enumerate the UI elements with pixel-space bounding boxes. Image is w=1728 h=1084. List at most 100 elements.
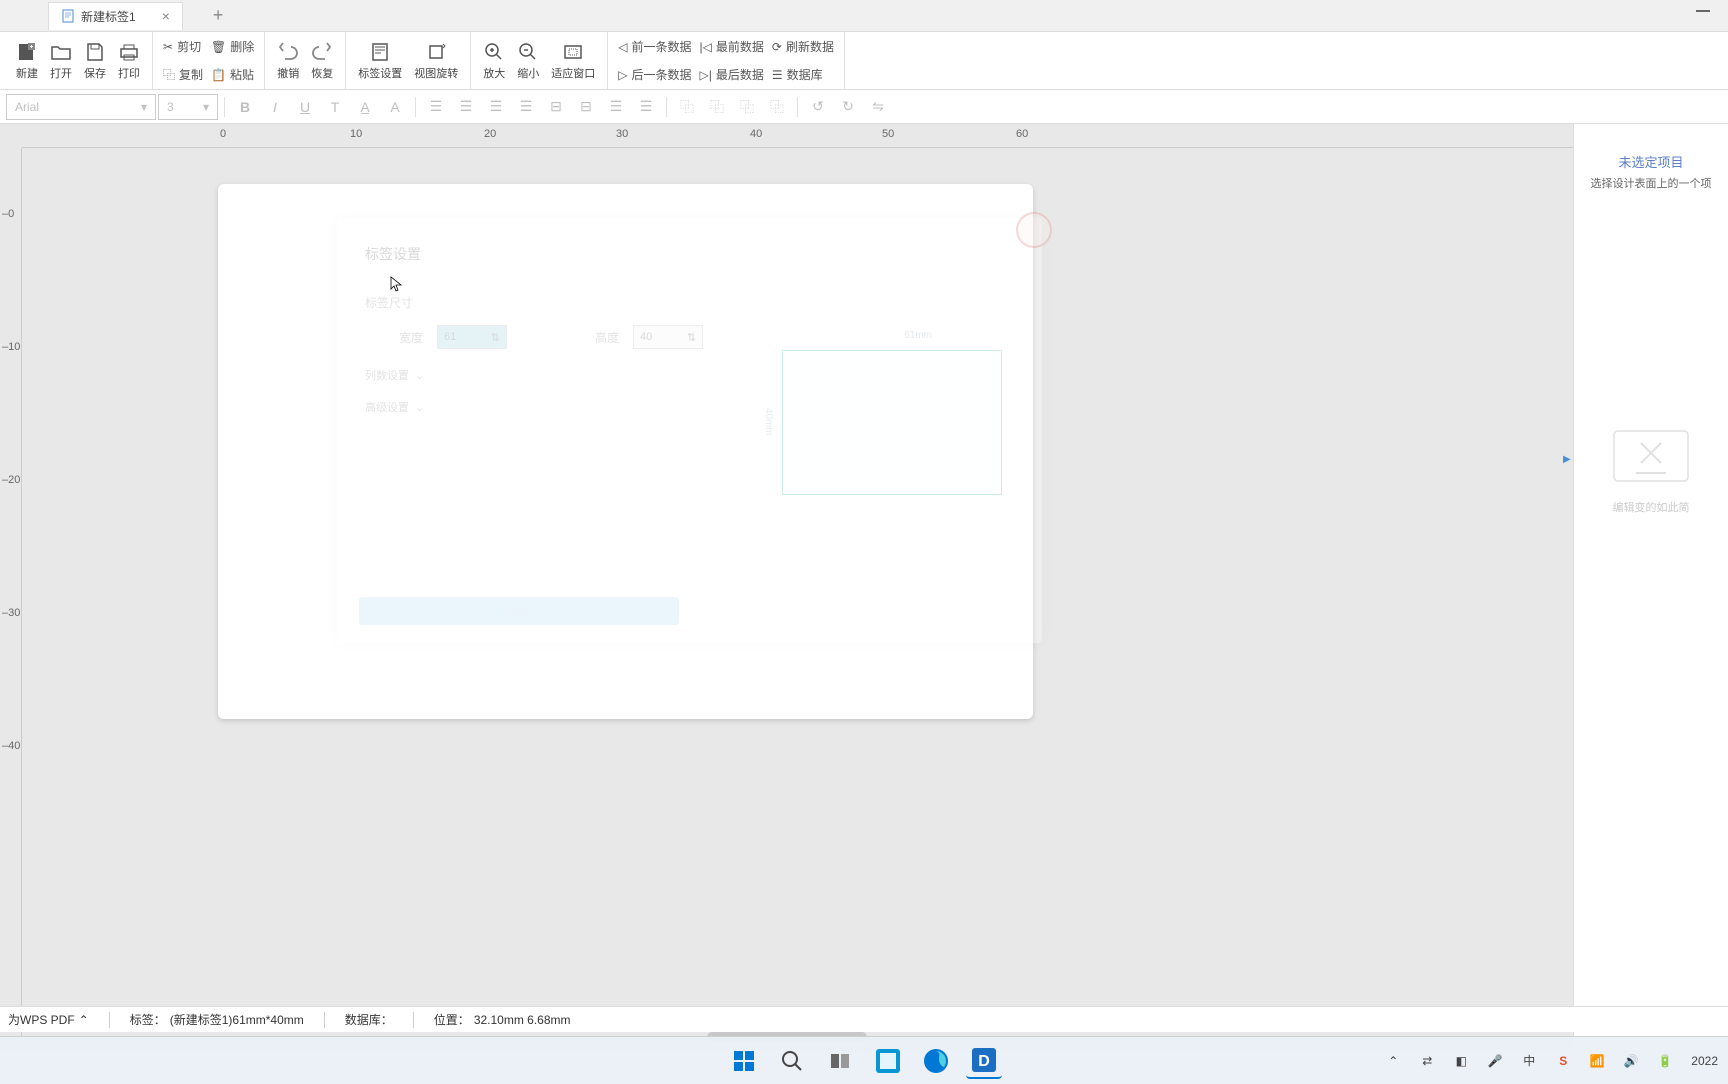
database-button[interactable]: ☰数据库 <box>768 62 838 88</box>
preview-width-label: 61mm <box>904 330 932 341</box>
trash-icon: 🗑 <box>211 40 226 54</box>
underline-button[interactable]: U <box>291 94 319 120</box>
minimize-button[interactable] <box>1696 10 1710 12</box>
task-view-button[interactable] <box>822 1043 858 1079</box>
align-middle-button[interactable]: ☰ <box>512 94 540 120</box>
document-icon <box>61 9 75 23</box>
next-record-button[interactable]: ▷后一条数据 <box>614 62 695 88</box>
new-button[interactable]: 新建 <box>10 32 44 89</box>
tray-battery-icon[interactable]: 🔋 <box>1657 1053 1673 1069</box>
redo-icon <box>311 41 333 63</box>
refresh-icon: ⟳ <box>772 40 782 54</box>
folder-icon <box>50 41 72 63</box>
save-button[interactable]: 保存 <box>78 32 112 89</box>
font-color-button[interactable]: A̲ <box>351 94 379 120</box>
tab-bar: 新建标签1 × + <box>0 0 1728 32</box>
start-button[interactable] <box>726 1043 762 1079</box>
ok-button[interactable]: 确定 <box>359 597 679 625</box>
app-label-icon[interactable]: D <box>966 1043 1002 1079</box>
app-edge-icon[interactable] <box>918 1043 954 1079</box>
dialog-close-button[interactable] <box>1016 212 1052 248</box>
panel-collapse-button[interactable]: ▶ <box>1563 454 1573 466</box>
align-distribute-v-button[interactable]: ⊟ <box>572 94 600 120</box>
cut-button[interactable]: ✂剪切 <box>159 34 207 60</box>
tray-clock[interactable]: 2022 <box>1691 1054 1718 1068</box>
tray-sync-icon[interactable]: ⇄ <box>1419 1053 1435 1069</box>
refresh-button[interactable]: ⟳刷新数据 <box>768 34 838 60</box>
flip-button[interactable]: ⇋ <box>864 94 892 120</box>
tab-current[interactable]: 新建标签1 × <box>48 2 183 30</box>
tray-wifi-icon[interactable]: 📶 <box>1589 1053 1605 1069</box>
chevron-down-icon: ⌄ <box>415 401 424 414</box>
size-section-label: 标签尺寸 <box>365 294 1014 311</box>
paste-icon: 📋 <box>211 68 226 82</box>
redo-button[interactable]: 恢复 <box>305 32 339 89</box>
ungroup-button[interactable]: ⿻ <box>763 94 791 120</box>
chevron-down-icon: ▾ <box>203 100 209 114</box>
print-button[interactable]: 打印 <box>112 32 146 89</box>
rotate-right-button[interactable]: ↻ <box>834 94 862 120</box>
align-distribute-h-button[interactable]: ⊟ <box>542 94 570 120</box>
bold-button[interactable]: B <box>231 94 259 120</box>
align-center-button[interactable]: ☰ <box>452 94 480 120</box>
new-icon <box>16 41 38 63</box>
height-label: 高度 <box>595 329 619 346</box>
font-size-select[interactable]: 3▾ <box>158 94 218 120</box>
cursor-icon <box>390 276 402 292</box>
zoom-in-button[interactable]: 放大 <box>477 32 511 89</box>
send-back-button[interactable]: ⿻ <box>703 94 731 120</box>
width-input[interactable]: 61⇅ <box>437 325 507 349</box>
zoom-out-button[interactable]: 缩小 <box>511 32 545 89</box>
label-status: 标签：(新建标签1)61mm*40mm <box>130 1011 304 1028</box>
tray-volume-icon[interactable]: 🔊 <box>1623 1053 1639 1069</box>
delete-button[interactable]: 🗑删除 <box>207 34 258 60</box>
rotate-left-button[interactable]: ↺ <box>804 94 832 120</box>
first-record-button[interactable]: |◁最前数据 <box>696 34 768 60</box>
tray-ime-icon[interactable]: 中 <box>1521 1053 1537 1069</box>
height-input[interactable]: 40⇅ <box>633 325 703 349</box>
chevron-down-icon: ▾ <box>141 100 147 114</box>
zoom-out-icon <box>517 41 539 63</box>
undo-icon <box>277 41 299 63</box>
rotate-button[interactable]: 视图旋转 <box>408 32 464 89</box>
ruler-horizontal: 0 10 20 30 40 50 60 <box>22 124 1573 148</box>
export-status[interactable]: 为WPS PDF⌃ <box>8 1011 89 1028</box>
copy-button[interactable]: ⿻复制 <box>159 62 207 88</box>
open-button[interactable]: 打开 <box>44 32 78 89</box>
tray-chevron-icon[interactable]: ⌃ <box>1385 1053 1401 1069</box>
print-icon <box>118 41 140 63</box>
last-record-button[interactable]: ▷|最后数据 <box>696 62 768 88</box>
bring-front-button[interactable]: ⿻ <box>673 94 701 120</box>
windows-taskbar: D ⌃ ⇄ ◧ 🎤 中 S 📶 🔊 🔋 2022 <box>0 1036 1728 1084</box>
app-snip-icon[interactable] <box>870 1043 906 1079</box>
ruler-vertical: –0 –10 –20 –30 –40 <box>0 148 22 1050</box>
font-select[interactable]: Arial▾ <box>6 94 156 120</box>
italic-button[interactable]: I <box>261 94 289 120</box>
panel-subtitle: 选择设计表面上的一个项 <box>1582 175 1720 191</box>
label-settings-dialog: 标签设置 标签尺寸 宽度 61⇅ 高度 40⇅ 列数设置⌄ 高级设置⌄ 61mm… <box>337 218 1042 643</box>
fit-window-button[interactable]: 适应窗口 <box>545 32 601 89</box>
empty-state-caption: 编辑变的如此简 <box>1613 499 1690 515</box>
align-top-button[interactable]: ☰ <box>482 94 510 120</box>
spinner-icon: ⇅ <box>687 331 696 344</box>
align-bottom-button[interactable]: ☰ <box>602 94 630 120</box>
strikethrough-button[interactable]: T <box>321 94 349 120</box>
search-button[interactable] <box>774 1043 810 1079</box>
align-left-button[interactable]: ☰ <box>422 94 450 120</box>
group-button[interactable]: ⿻ <box>733 94 761 120</box>
label-preview <box>782 350 1002 495</box>
paste-button[interactable]: 📋粘贴 <box>207 62 258 88</box>
tray-app-icon[interactable]: ◧ <box>1453 1053 1469 1069</box>
highlight-button[interactable]: A <box>381 94 409 120</box>
new-tab-button[interactable]: + <box>213 5 224 26</box>
label-settings-button[interactable]: 标签设置 <box>352 32 408 89</box>
prev-icon: ◁ <box>618 40 627 54</box>
prev-record-button[interactable]: ◁前一条数据 <box>614 34 695 60</box>
tray-s-icon[interactable]: S <box>1555 1053 1571 1069</box>
align-right-button[interactable]: ☰ <box>632 94 660 120</box>
dialog-title: 标签设置 <box>365 244 1014 264</box>
fit-icon <box>562 41 584 63</box>
tray-mic-icon[interactable]: 🎤 <box>1487 1053 1503 1069</box>
undo-button[interactable]: 撤销 <box>271 32 305 89</box>
close-icon[interactable]: × <box>162 8 170 24</box>
